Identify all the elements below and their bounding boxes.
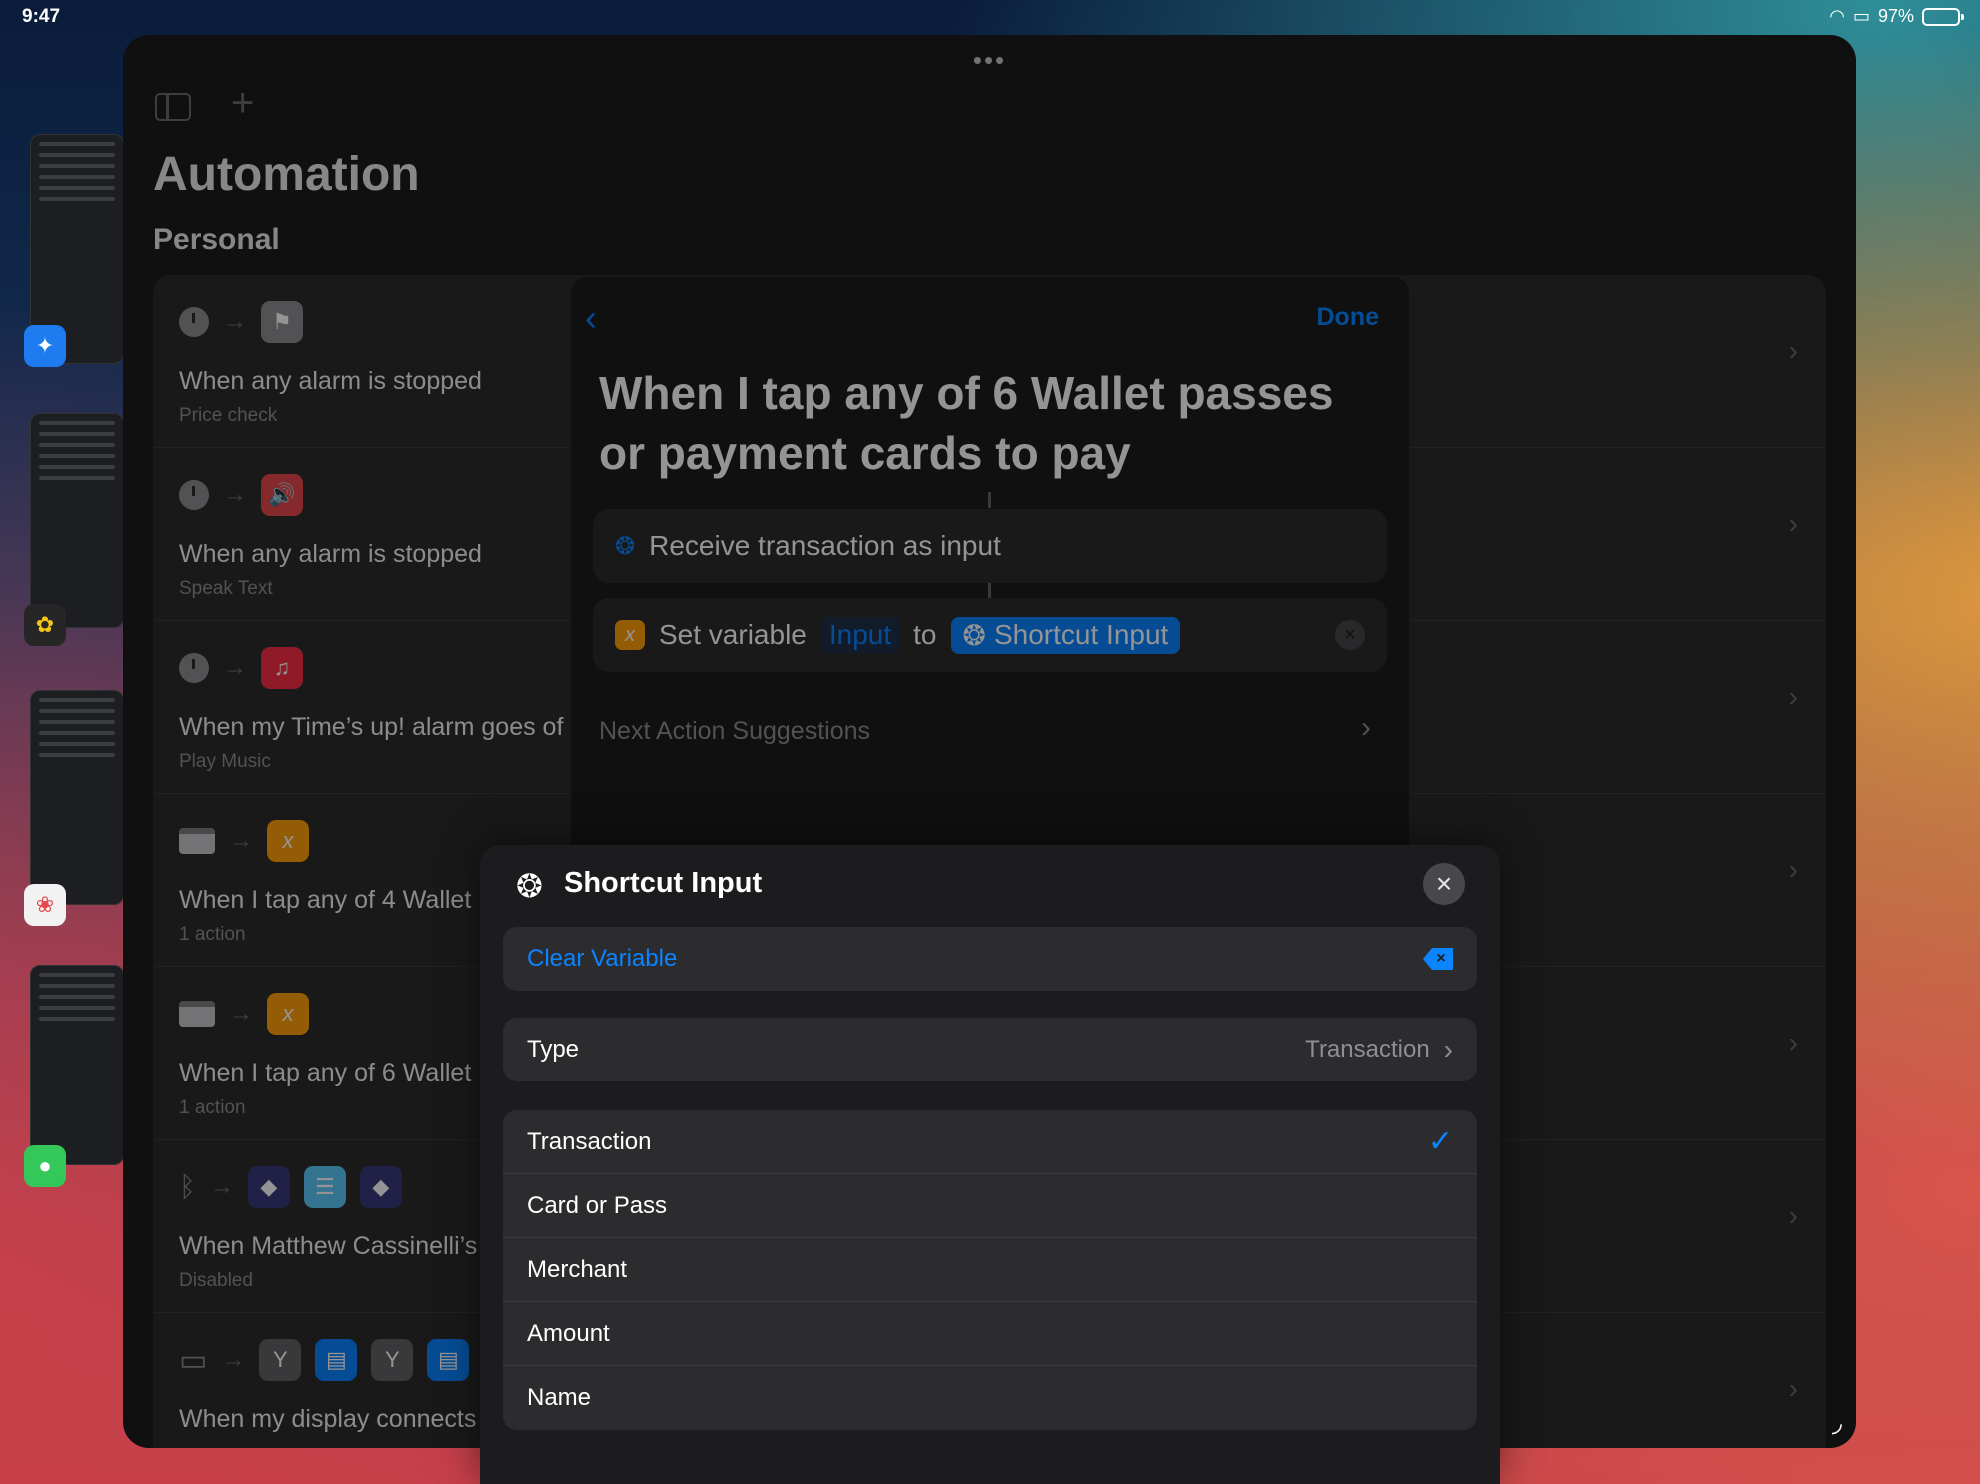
stage-thumbnail-messages[interactable]	[30, 965, 124, 1165]
popover-title: Shortcut Input	[564, 867, 763, 899]
shortcut-input-icon: ❂	[516, 868, 543, 904]
option-name[interactable]: Name	[503, 1366, 1477, 1430]
option-card-or-pass[interactable]: Card or Pass	[503, 1174, 1477, 1238]
status-indicators: ◠ ▭ 97%	[1829, 6, 1964, 27]
stage-thumbnail-photos[interactable]	[30, 690, 124, 905]
battery-percent: 97%	[1877, 6, 1914, 26]
stage-thumbnail-notes[interactable]	[30, 413, 124, 628]
option-transaction[interactable]: Transaction ✓	[503, 1110, 1477, 1174]
clear-variable-label: Clear Variable	[527, 945, 678, 972]
safari-icon[interactable]: ✦	[24, 325, 66, 367]
chevron-right-icon: ›	[1443, 1033, 1453, 1065]
clear-variable-button[interactable]: Clear Variable ×	[503, 927, 1477, 991]
messages-icon[interactable]: ●	[24, 1145, 66, 1187]
property-options: Transaction ✓ Card or Pass Merchant Amoun…	[503, 1110, 1477, 1430]
close-icon[interactable]: ×	[1423, 863, 1465, 905]
photos-icon[interactable]: ❀	[24, 884, 66, 926]
battery-icon	[1922, 7, 1964, 26]
shortcut-input-popover: ❂ Shortcut Input × Clear Variable × Type…	[480, 845, 1500, 1484]
backspace-icon: ×	[1423, 948, 1453, 970]
wifi-icon: ◠	[1829, 6, 1845, 26]
tes-app-icon[interactable]: ✿	[24, 604, 66, 646]
type-selector[interactable]: Type Transaction ›	[503, 1018, 1477, 1081]
type-label: Type	[527, 1035, 580, 1063]
option-amount[interactable]: Amount	[503, 1302, 1477, 1366]
option-merchant[interactable]: Merchant	[503, 1238, 1477, 1302]
type-value: Transaction ›	[1305, 1033, 1453, 1065]
checkmark-icon: ✓	[1427, 1125, 1453, 1158]
screen-mirror-icon: ▭	[1852, 6, 1870, 26]
resize-handle-icon[interactable]: ◞	[1832, 1407, 1842, 1438]
status-time: 9:47	[22, 6, 61, 27]
